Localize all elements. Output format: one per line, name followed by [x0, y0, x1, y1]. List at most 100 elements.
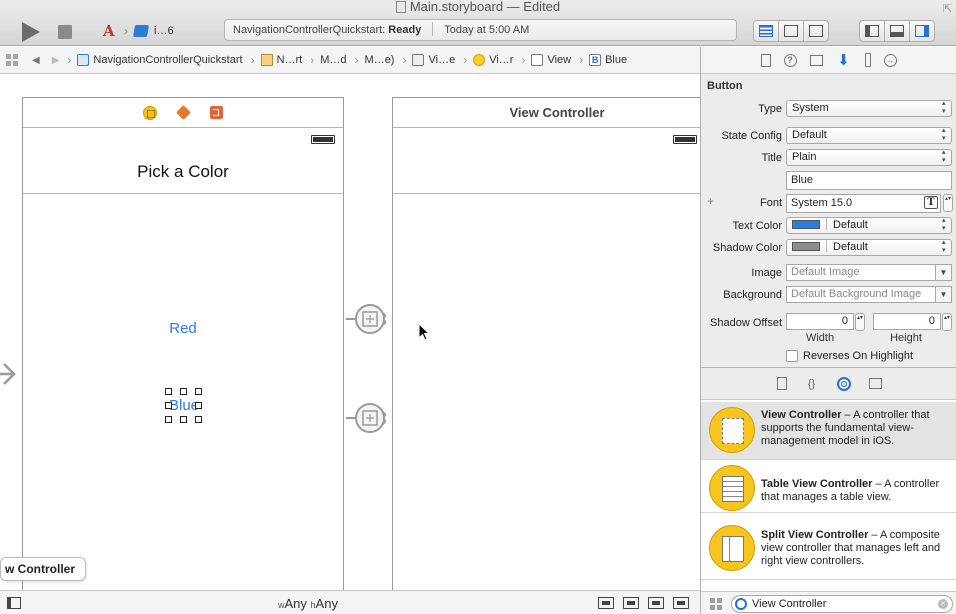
fullscreen-icon[interactable]: ⇱ — [943, 2, 952, 15]
crumb-separator: › — [463, 53, 468, 67]
shadow-height-stepper[interactable]: ▴▾ — [942, 313, 952, 331]
font-size-stepper[interactable]: ▴▾ — [943, 194, 953, 212]
debug-toggle-button[interactable] — [884, 20, 910, 42]
row-title: Title Plain — [701, 149, 956, 167]
resize-handle[interactable] — [195, 416, 202, 423]
identity-inspector-icon[interactable] — [809, 54, 823, 66]
crumb-project[interactable]: › NavigationControllerQuickstart — [67, 53, 242, 67]
scene-pick-a-color[interactable]: Pick a Color Red Blue — [22, 97, 344, 590]
navigator-toggle-button[interactable] — [859, 20, 885, 42]
debug-panel-icon — [890, 25, 904, 37]
resize-handle[interactable] — [180, 416, 187, 423]
scheme-selector[interactable]: › i…6 — [100, 22, 174, 40]
standard-editor-icon — [759, 25, 773, 37]
quick-help-icon[interactable]: ? — [783, 53, 797, 67]
utilities-toggle-button[interactable] — [909, 20, 935, 42]
view-controller-icon — [473, 54, 486, 66]
resize-handle[interactable] — [195, 388, 202, 395]
font-picker-icon[interactable]: T — [924, 196, 938, 209]
title-text-field[interactable]: Blue — [786, 171, 952, 190]
resize-handle[interactable] — [165, 388, 172, 395]
segue-blue-icon[interactable] — [346, 398, 386, 438]
document-outline-toggle-icon[interactable] — [7, 597, 21, 609]
library-item-view-controller[interactable]: View Controller – A controller that supp… — [701, 402, 956, 460]
activity-project: NavigationControllerQuickstart: — [233, 24, 386, 36]
shadow-color-popup[interactable]: Default — [786, 239, 952, 256]
crumb-storyboard[interactable]: › M…d — [310, 53, 346, 67]
assistant-editor-button[interactable] — [778, 20, 804, 42]
grid-view-icon[interactable] — [710, 598, 722, 610]
type-popup[interactable]: System — [786, 100, 952, 117]
canvas-bottom-bar: wAny hAny — [0, 590, 700, 614]
resize-handle[interactable] — [165, 402, 172, 409]
size-class-control[interactable]: wAny hAny — [278, 596, 338, 611]
crumb-scene[interactable]: › Vi…e — [402, 53, 455, 67]
image-combo[interactable]: Default Image ▼ — [786, 264, 952, 281]
chevron-down-icon[interactable]: ▼ — [935, 287, 951, 302]
library-filter-input[interactable]: View Controller × — [731, 595, 953, 613]
text-color-popup[interactable]: Default — [786, 217, 952, 234]
inspector-tabs: ? ⬇ → — [701, 47, 956, 74]
crumb-group[interactable]: › N…rt — [251, 53, 303, 67]
resolve-issues-icon[interactable] — [648, 597, 664, 609]
resize-handle[interactable] — [165, 416, 172, 423]
navigation-bar[interactable] — [393, 128, 700, 194]
library-item-split-view-controller[interactable]: Split View Controller – A composite view… — [701, 514, 956, 580]
shadow-height-field[interactable]: 0 — [873, 313, 941, 330]
attributes-inspector-icon[interactable]: ⬇ — [836, 52, 852, 69]
utilities-area: ? ⬇ → Button Type System State Config De… — [700, 47, 956, 614]
file-template-library-icon[interactable] — [776, 377, 787, 390]
title-mode-popup[interactable]: Plain — [786, 149, 952, 166]
forward-button[interactable]: ▶ — [52, 55, 60, 66]
connections-inspector-icon[interactable]: → — [883, 53, 897, 67]
object-library-icon[interactable] — [836, 376, 851, 391]
first-responder-icon[interactable] — [176, 105, 191, 120]
add-variation-icon[interactable]: + — [707, 194, 714, 208]
code-snippet-library-icon[interactable]: {} — [805, 377, 819, 391]
align-icon[interactable] — [598, 597, 614, 609]
state-config-popup[interactable]: Default — [786, 127, 952, 144]
back-button[interactable]: ◀ — [32, 55, 40, 66]
scheme-separator: › — [124, 24, 128, 38]
standard-editor-button[interactable] — [753, 20, 779, 42]
red-button[interactable]: Red — [23, 320, 343, 337]
resize-handle[interactable] — [195, 402, 202, 409]
font-field[interactable]: System 15.0 T — [786, 194, 941, 213]
crumb-view-controller[interactable]: › Vi…r — [463, 53, 513, 67]
crumb-storyboard-base[interactable]: › M…e) — [355, 53, 395, 67]
shadow-color-swatch — [792, 242, 820, 251]
pin-icon[interactable] — [623, 597, 639, 609]
media-library-icon[interactable] — [868, 378, 882, 389]
storyboard-canvas[interactable]: Pick a Color Red Blue View Controller w … — [0, 75, 700, 590]
crumb-view[interactable]: › View — [521, 53, 571, 67]
view-controller-icon[interactable] — [143, 105, 157, 120]
library-item-table-view-controller[interactable]: Table View Controller – A controller tha… — [701, 461, 956, 513]
activity-time: Today at 5:00 AM — [444, 24, 530, 36]
stop-button[interactable] — [58, 25, 72, 39]
resize-handle[interactable] — [180, 388, 187, 395]
clear-icon[interactable]: × — [938, 599, 948, 609]
exit-icon[interactable] — [210, 106, 223, 119]
segue-red-icon[interactable] — [346, 299, 386, 339]
row-state-config: State Config Default — [701, 127, 956, 145]
related-items-icon[interactable] — [6, 54, 18, 66]
library-filter-bar: View Controller × — [701, 591, 956, 614]
navigator-panel-icon — [865, 25, 879, 37]
crumb-button[interactable]: › B Blue — [579, 53, 627, 67]
nav-title[interactable]: Pick a Color — [23, 162, 343, 182]
shadow-width-field[interactable]: 0 — [786, 313, 854, 330]
reverses-checkbox[interactable] — [786, 350, 798, 362]
resizing-behavior-icon[interactable] — [673, 597, 689, 609]
navigation-bar[interactable]: Pick a Color — [23, 128, 343, 194]
size-inspector-icon[interactable] — [864, 53, 871, 67]
scene-title[interactable]: View Controller — [393, 98, 700, 128]
activity-viewer: NavigationControllerQuickstart: Ready To… — [224, 19, 737, 41]
shadow-width-stepper[interactable]: ▴▾ — [855, 313, 865, 331]
file-inspector-icon[interactable] — [760, 53, 771, 67]
scene-view-controller[interactable]: View Controller — [392, 97, 700, 590]
version-editor-button[interactable] — [803, 20, 829, 42]
run-button[interactable] — [22, 22, 40, 42]
background-combo[interactable]: Default Background Image ▼ — [786, 286, 952, 303]
chevron-down-icon[interactable]: ▼ — [935, 265, 951, 280]
search-icon — [735, 598, 747, 610]
